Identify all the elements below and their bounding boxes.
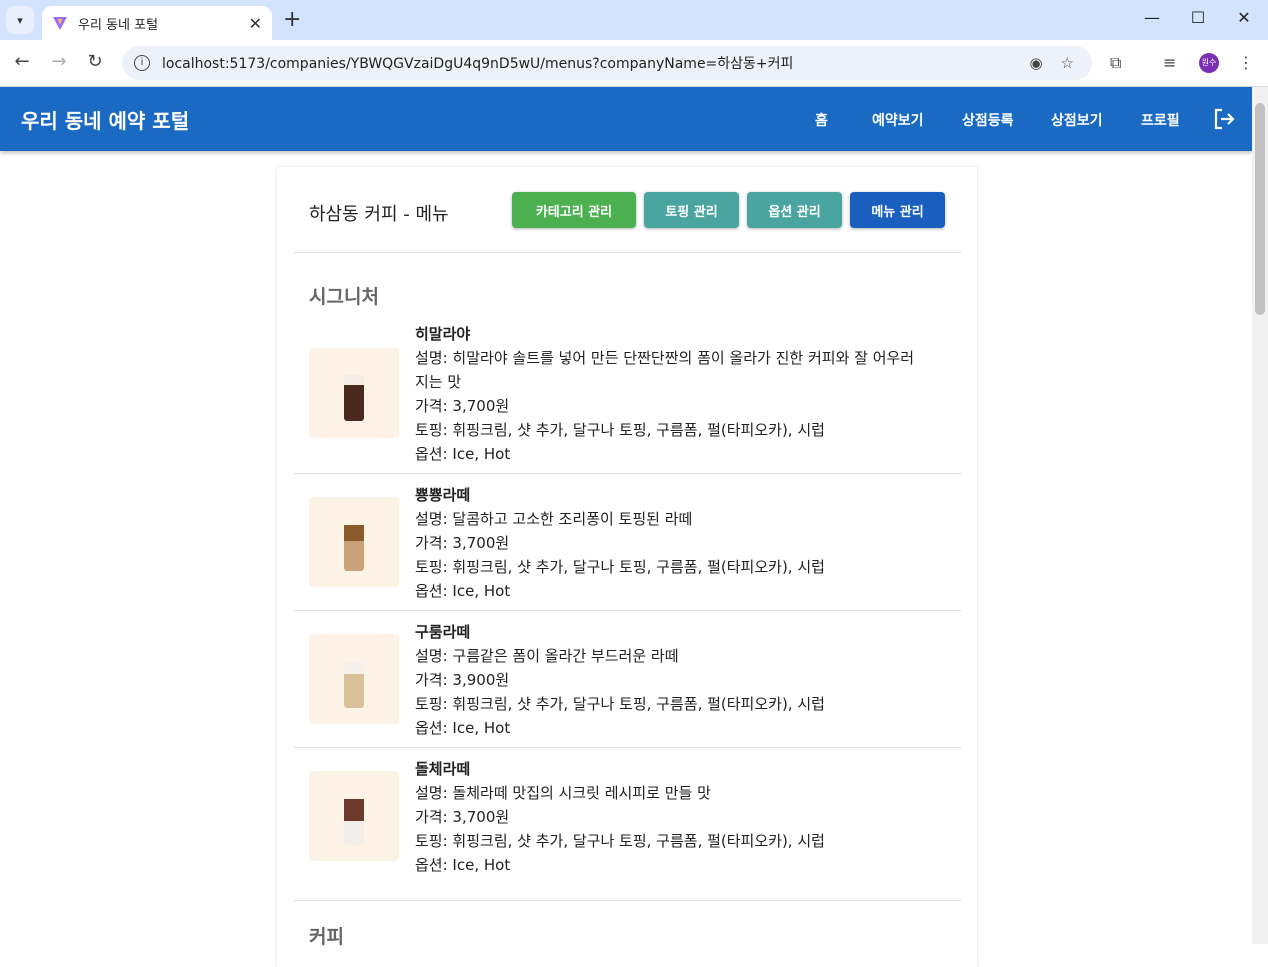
option-manage-button[interactable]: 옵션 관리 xyxy=(747,192,842,228)
close-tab-icon[interactable]: ✕ xyxy=(249,14,262,33)
forward-arrow-icon[interactable]: → xyxy=(47,51,71,72)
scrollbar-thumb[interactable] xyxy=(1255,103,1265,315)
nav-register-store[interactable]: 상점등록 xyxy=(962,110,1014,130)
extensions-icon[interactable]: ⧉ xyxy=(1110,53,1121,73)
menu-item-info: 뿅뿅라떼 설명: 달콤하고 고소한 조리퐁이 토핑된 라떼 가격: 3,700원… xyxy=(415,483,825,603)
url-text[interactable]: localhost:5173/companies/YBWQGVzaiDgU4q9… xyxy=(162,53,1029,73)
menu-item-name: 돌체라떼 xyxy=(415,760,471,778)
site-info-icon[interactable]: i xyxy=(134,55,150,71)
browser-toolbar: ← → ↻ i localhost:5173/companies/YBWQGVz… xyxy=(0,40,1268,87)
category-divider xyxy=(293,900,961,901)
menu-item-options: 옵션: Ice, Hot xyxy=(415,856,511,874)
menu-item-toppings: 토핑: 휘핑크림, 샷 추가, 달구나 토핑, 구름폼, 펄(타피오카), 시럽 xyxy=(415,695,825,713)
category-title: 시그니처 xyxy=(309,286,379,308)
menu-item-options: 옵션: Ice, Hot xyxy=(415,719,511,737)
menu-item-image xyxy=(309,771,399,861)
logout-icon[interactable] xyxy=(1212,107,1236,131)
back-arrow-icon[interactable]: ← xyxy=(10,51,34,72)
menu-item-info: 구룸라떼 설명: 구름같은 폼이 올라간 부드러운 라떼 가격: 3,900원 … xyxy=(415,620,825,740)
menu-item-info: 히말라야 설명: 히말라야 솔트를 넣어 만든 단짠단짠의 폼이 올라가 진한 … xyxy=(415,322,914,466)
category-manage-button[interactable]: 카테고리 관리 xyxy=(512,192,636,228)
menu-item-toppings: 토핑: 휘핑크림, 샷 추가, 달구나 토핑, 구름폼, 펄(타피오카), 시럽 xyxy=(415,558,825,576)
media-playlist-icon[interactable]: ≡ xyxy=(1163,53,1176,72)
star-icon[interactable]: ☆ xyxy=(1061,54,1074,72)
menu-item-info: 돌체라떼 설명: 돌체라떼 맛집의 시크릿 레시피로 만들 맛 가격: 3,70… xyxy=(415,757,825,877)
reload-icon[interactable]: ↻ xyxy=(83,51,107,72)
item-divider xyxy=(293,473,961,474)
tab-title: 우리 동네 포털 xyxy=(78,17,159,33)
nav-profile[interactable]: 프로필 xyxy=(1141,110,1180,130)
menu-item-price: 가격: 3,700원 xyxy=(415,808,510,826)
profile-avatar[interactable]: 원수 xyxy=(1199,53,1219,73)
menu-item-options: 옵션: Ice, Hot xyxy=(415,445,511,463)
menu-item-price: 가격: 3,700원 xyxy=(415,534,510,552)
category-title: 커피 xyxy=(309,926,344,948)
close-window-icon[interactable]: ✕ xyxy=(1234,8,1254,27)
topping-manage-button[interactable]: 토핑 관리 xyxy=(644,192,739,228)
tab-search-button[interactable]: ▾ xyxy=(6,6,34,34)
menu-item-description-continued: 지는 맛 xyxy=(415,373,462,391)
browser-tab[interactable]: 우리 동네 포털 ✕ xyxy=(42,6,272,40)
menu-item-name: 뿅뿅라떼 xyxy=(415,486,471,504)
menu-item[interactable]: 구룸라떼 설명: 구름같은 폼이 올라간 부드러운 라떼 가격: 3,900원 … xyxy=(293,620,961,748)
more-menu-icon[interactable]: ⋮ xyxy=(1238,53,1254,72)
page-title: 하삼동 커피 - 메뉴 xyxy=(309,204,449,225)
menu-item-description: 설명: 달콤하고 고소한 조리퐁이 토핑된 라떼 xyxy=(415,510,693,528)
menu-card: 하삼동 커피 - 메뉴 카테고리 관리 토핑 관리 옵션 관리 메뉴 관리 시그… xyxy=(277,167,977,967)
menu-item-description: 설명: 구름같은 폼이 올라간 부드러운 라떼 xyxy=(415,647,679,665)
menu-manage-button[interactable]: 메뉴 관리 xyxy=(850,192,945,228)
menu-item-options: 옵션: Ice, Hot xyxy=(415,582,511,600)
app-bar: 우리 동네 예약 포털 홈 예약보기 상점등록 상점보기 프로필 xyxy=(0,87,1252,151)
menu-item-image xyxy=(309,348,399,438)
menu-item[interactable]: 히말라야 설명: 히말라야 솔트를 넣어 만든 단짠단짠의 폼이 올라가 진한 … xyxy=(293,322,961,474)
menu-item-price: 가격: 3,700원 xyxy=(415,397,510,415)
chevron-down-icon: ▾ xyxy=(17,13,23,27)
menu-item[interactable]: 돌체라떼 설명: 돌체라떼 맛집의 시크릿 레시피로 만들 맛 가격: 3,70… xyxy=(293,757,961,897)
menu-item-name: 구룸라떼 xyxy=(415,623,471,641)
nav-view-stores[interactable]: 상점보기 xyxy=(1051,110,1103,130)
menu-item-description: 설명: 히말라야 솔트를 넣어 만든 단짠단짠의 폼이 올라가 진한 커피와 잘… xyxy=(415,349,915,367)
item-divider xyxy=(293,610,961,611)
menu-item-image xyxy=(309,634,399,724)
item-divider xyxy=(293,747,961,748)
maximize-icon[interactable]: ☐ xyxy=(1188,8,1208,27)
menu-item-price: 가격: 3,900원 xyxy=(415,671,510,689)
menu-item-name: 히말라야 xyxy=(415,325,471,343)
menu-item-image xyxy=(309,497,399,587)
header-divider xyxy=(293,252,961,253)
nav-reservations[interactable]: 예약보기 xyxy=(872,110,924,130)
vite-logo-icon xyxy=(53,17,67,30)
minimize-icon[interactable]: — xyxy=(1142,8,1162,27)
menu-item-toppings: 토핑: 휘핑크림, 샷 추가, 달구나 토핑, 구름폼, 펄(타피오카), 시럽 xyxy=(415,421,825,439)
address-bar[interactable]: i localhost:5173/companies/YBWQGVzaiDgU4… xyxy=(122,46,1092,80)
nav-home[interactable]: 홈 xyxy=(815,110,828,130)
menu-item[interactable]: 뿅뿅라떼 설명: 달콤하고 고소한 조리퐁이 토핑된 라떼 가격: 3,700원… xyxy=(293,483,961,611)
menu-item-description: 설명: 돌체라떼 맛집의 시크릿 레시피로 만들 맛 xyxy=(415,784,711,802)
menu-item-toppings: 토핑: 휘핑크림, 샷 추가, 달구나 토핑, 구름폼, 펄(타피오카), 시럽 xyxy=(415,832,825,850)
eye-off-icon[interactable]: ◉ xyxy=(1029,54,1042,72)
new-tab-button[interactable]: + xyxy=(283,8,301,32)
browser-tab-strip: ▾ 우리 동네 포털 ✕ + — ☐ ✕ xyxy=(0,0,1268,40)
app-brand[interactable]: 우리 동네 예약 포털 xyxy=(21,105,189,134)
